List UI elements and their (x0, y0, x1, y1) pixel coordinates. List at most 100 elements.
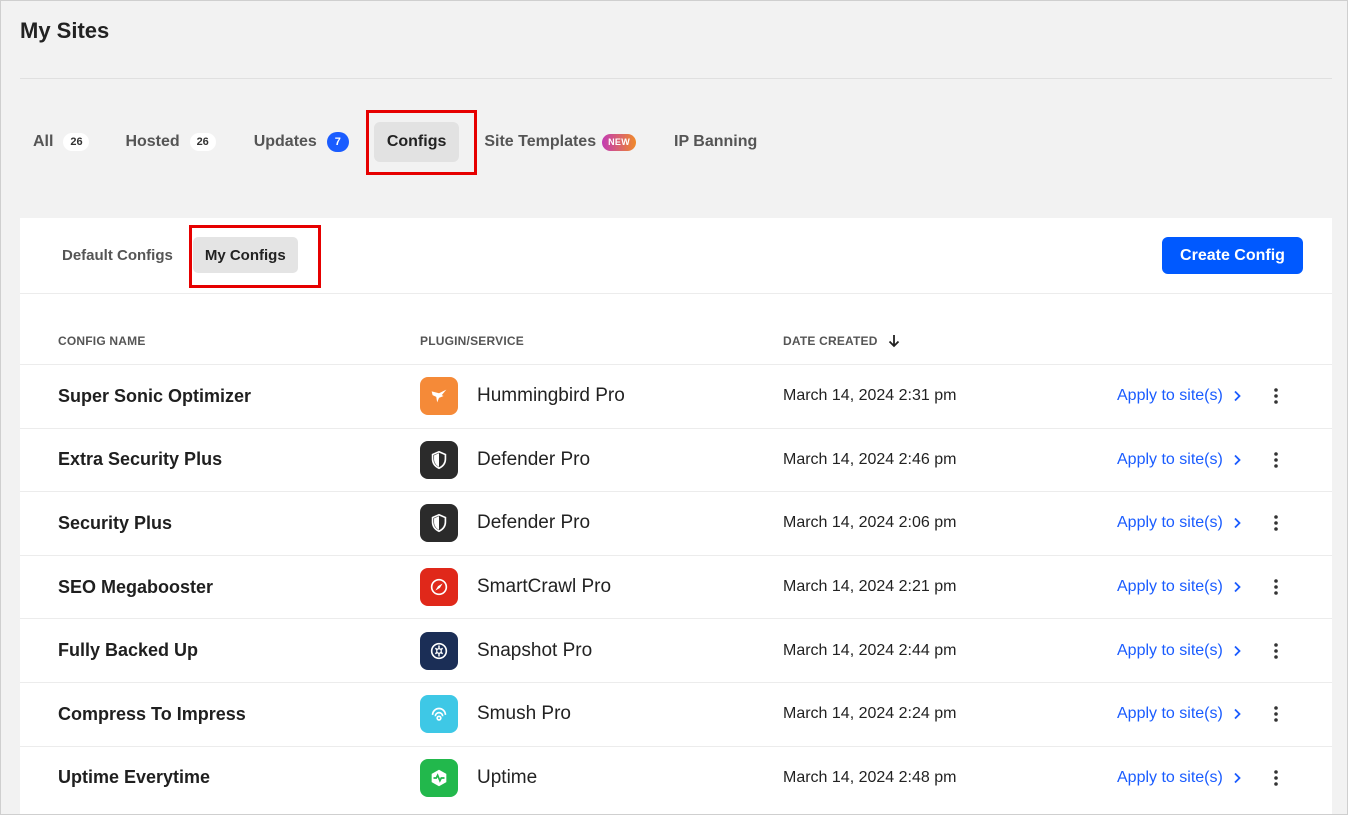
updates-badge: 7 (326, 132, 349, 152)
site-tabs: All 26 Hosted 26 Updates 7 Configs Site … (20, 122, 770, 162)
more-options-icon[interactable] (1264, 637, 1288, 665)
plugin-name: SmartCrawl Pro (477, 576, 612, 598)
new-badge: NEW (602, 133, 637, 151)
hummingbird-icon (420, 377, 458, 416)
apply-to-sites-link[interactable]: Apply to site(s) (1117, 451, 1241, 469)
table-row: Fully Backed Up Snapshot Pro March 14, 202… (20, 618, 1332, 682)
config-name: Security Plus (58, 512, 173, 533)
apply-to-sites-link[interactable]: Apply to site(s) (1117, 578, 1241, 596)
count-badge: 26 (63, 133, 90, 151)
column-header-plugin: PLUGIN/SERVICE (420, 334, 524, 348)
more-options-icon[interactable] (1264, 764, 1288, 792)
plugin-cell: Uptime (420, 758, 538, 797)
chevron-right-icon (1234, 581, 1241, 593)
date-created: March 14, 2024 2:44 pm (783, 641, 957, 659)
apply-to-sites-link[interactable]: Apply to site(s) (1117, 705, 1241, 723)
chevron-right-icon (1234, 391, 1241, 402)
plugin-cell: Defender Pro (420, 504, 591, 543)
plugin-cell: Defender Pro (420, 440, 591, 479)
apply-label: Apply to site(s) (1117, 450, 1223, 468)
tab-label: Site Templates (484, 133, 597, 150)
tab-label: Updates (253, 133, 317, 150)
apply-to-sites-link[interactable]: Apply to site(s) (1117, 387, 1241, 405)
tab-label: All (33, 133, 54, 150)
aperture-icon (420, 631, 458, 670)
sort-arrow-down-icon (888, 335, 899, 348)
chevron-right-icon (1234, 709, 1241, 720)
apply-label: Apply to site(s) (1117, 768, 1223, 786)
config-table-body: Super Sonic Optimizer Hummingbird Pro Marc… (20, 364, 1332, 809)
chevron-right-icon (1234, 645, 1241, 656)
tab-label: IP Banning (674, 133, 758, 150)
plugin-name: Hummingbird Pro (477, 385, 625, 407)
create-config-button[interactable]: Create Config (1162, 237, 1303, 274)
plugin-name: Smush Pro (477, 703, 571, 725)
tab-updates[interactable]: Updates 7 (241, 122, 362, 162)
shield-icon (420, 440, 458, 479)
date-created: March 14, 2024 2:24 pm (783, 705, 957, 723)
chevron-right-icon (1234, 772, 1241, 783)
date-created: March 14, 2024 2:06 pm (783, 514, 957, 532)
table-row: Compress To Impress Smush Pro March 14, 20… (20, 681, 1332, 746)
tab-hosted[interactable]: Hosted 26 (112, 122, 228, 162)
column-header-config-name: CONFIG NAME (58, 334, 146, 348)
config-name: Uptime Everytime (58, 767, 211, 788)
plugin-name: Defender Pro (477, 512, 591, 534)
more-options-icon[interactable] (1264, 700, 1288, 728)
config-name: Compress To Impress (58, 703, 246, 724)
compass-icon (420, 568, 458, 607)
apply-label: Apply to site(s) (1117, 387, 1223, 405)
more-options-icon[interactable] (1264, 573, 1288, 601)
config-subtabs: Default Configs My Configs (50, 236, 306, 274)
plugin-cell: Hummingbird Pro (420, 377, 625, 416)
table-row: Super Sonic Optimizer Hummingbird Pro Marc… (20, 364, 1332, 428)
config-name: Super Sonic Optimizer (58, 385, 252, 406)
tab-site-templates[interactable]: Site Templates NEW (471, 122, 649, 162)
title-divider (20, 78, 1332, 79)
table-row: SEO Megabooster SmartCrawl Pro March 14, 2… (20, 554, 1332, 619)
date-created: March 14, 2024 2:31 pm (783, 387, 957, 405)
plugin-name: Defender Pro (477, 448, 591, 470)
apply-to-sites-link[interactable]: Apply to site(s) (1117, 769, 1241, 787)
table-row: Extra Security Plus Defender Pro March 14,… (20, 427, 1332, 492)
plugin-cell: SmartCrawl Pro (420, 568, 612, 607)
plugin-name: Snapshot Pro (477, 639, 593, 661)
configs-panel: Default Configs My Configs Create Config… (20, 218, 1332, 814)
config-name: Extra Security Plus (58, 449, 223, 470)
signal-icon (420, 695, 458, 734)
more-options-icon[interactable] (1264, 446, 1288, 474)
more-options-icon[interactable] (1264, 509, 1288, 537)
date-created: March 14, 2024 2:46 pm (783, 450, 957, 468)
more-options-icon[interactable] (1264, 382, 1288, 410)
panel-divider (20, 293, 1332, 294)
apply-to-sites-link[interactable]: Apply to site(s) (1117, 642, 1241, 660)
apply-label: Apply to site(s) (1117, 514, 1223, 532)
count-badge: 26 (189, 133, 216, 151)
date-created: March 14, 2024 2:21 pm (783, 578, 957, 596)
apply-to-sites-link[interactable]: Apply to site(s) (1117, 514, 1241, 532)
config-name: SEO Megabooster (58, 576, 214, 597)
subtab-default-configs[interactable]: Default Configs (50, 237, 185, 273)
plugin-cell: Smush Pro (420, 695, 571, 734)
chevron-right-icon (1234, 518, 1241, 529)
apply-label: Apply to site(s) (1117, 641, 1223, 659)
heartbeat-icon (420, 758, 458, 797)
plugin-cell: Snapshot Pro (420, 631, 593, 670)
column-header-date[interactable]: DATE CREATED (783, 334, 900, 348)
date-created: March 14, 2024 2:48 pm (783, 768, 957, 786)
tab-ip-banning[interactable]: IP Banning (661, 122, 770, 162)
tab-all[interactable]: All 26 (20, 122, 102, 162)
chevron-right-icon (1234, 454, 1241, 466)
shield-icon (420, 504, 458, 543)
tab-configs[interactable]: Configs (373, 122, 460, 162)
apply-label: Apply to site(s) (1117, 705, 1223, 723)
column-header-date-label: DATE CREATED (783, 334, 878, 348)
page-title: My Sites (20, 18, 110, 43)
table-row: Uptime Everytime Uptime March 14, 2024 2:4… (20, 745, 1332, 810)
tab-label: Hosted (125, 133, 180, 150)
apply-label: Apply to site(s) (1117, 578, 1223, 596)
plugin-name: Uptime (477, 766, 538, 788)
subtab-my-configs[interactable]: My Configs (192, 237, 298, 273)
config-name: Fully Backed Up (58, 640, 199, 661)
table-row: Security Plus Defender Pro March 14, 2024 … (20, 491, 1332, 555)
